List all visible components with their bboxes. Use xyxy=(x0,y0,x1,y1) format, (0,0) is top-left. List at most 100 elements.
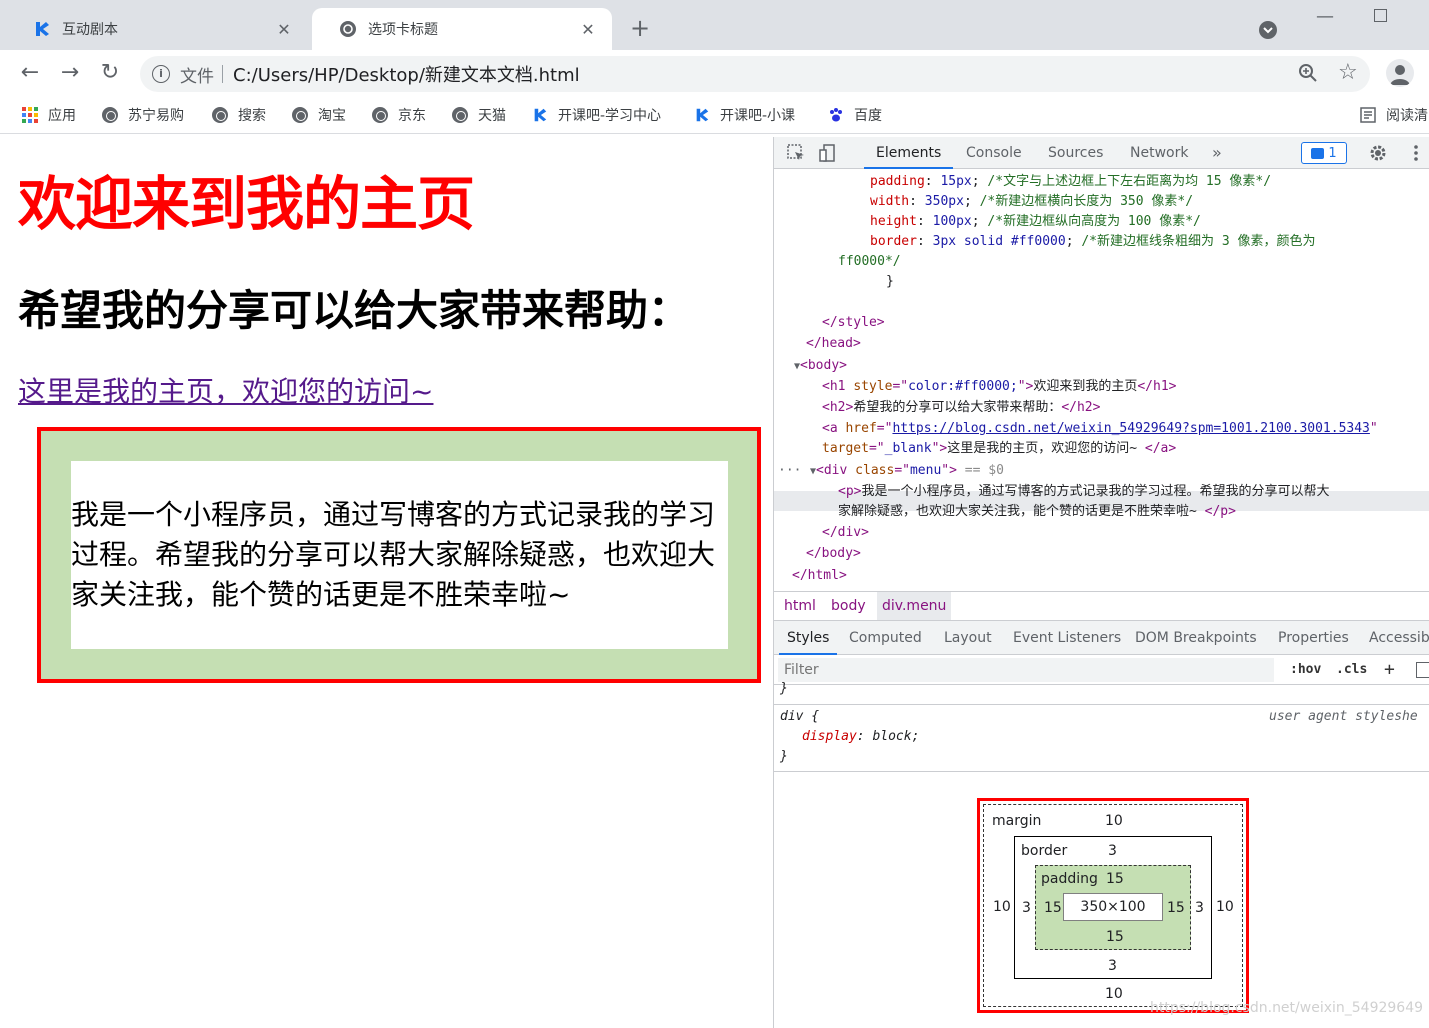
forward-arrow-icon[interactable]: → xyxy=(56,60,84,88)
profile-avatar-icon[interactable] xyxy=(1386,59,1414,87)
reload-icon[interactable]: ↻ xyxy=(96,60,124,88)
breadcrumb-body[interactable]: body xyxy=(826,592,871,620)
cls-toggle[interactable]: .cls xyxy=(1336,659,1367,681)
url-text[interactable]: C:/Users/HP/Desktop/新建文本文档.html xyxy=(233,61,580,87)
add-rule-plus-icon[interactable]: + xyxy=(1384,659,1395,681)
code-line[interactable]: <h1 style="color:#ff0000;">欢迎来到我的主页</h1> xyxy=(822,377,1177,397)
bookmark-label: 百度 xyxy=(854,108,882,124)
code-line[interactable]: width: 350px; /*新建边框横向长度为 350 像素*/ xyxy=(870,192,1193,212)
gear-icon[interactable] xyxy=(1368,143,1388,163)
box-model-padding[interactable]: padding 15 15 15 15 350×100 xyxy=(1035,865,1191,950)
new-tab-button[interactable]: + xyxy=(626,14,654,42)
homepage-link[interactable]: 这里是我的主页，欢迎您的访问~ xyxy=(18,370,433,410)
href-link[interactable]: https://blog.csdn.net/weixin_54929649?sp… xyxy=(892,421,1369,436)
padding-left-value[interactable]: 15 xyxy=(1044,900,1062,916)
subtab-accessibility[interactable]: Accessibi xyxy=(1369,621,1429,655)
node-actions-ellipsis-icon[interactable]: ··· xyxy=(778,461,801,481)
code-line[interactable]: ff0000*/ xyxy=(838,252,901,272)
tab-elements[interactable]: Elements xyxy=(863,137,954,169)
styles-subtab-bar: Styles Computed Layout Event Listeners D… xyxy=(774,621,1429,655)
code-line[interactable]: ▼<body> xyxy=(794,356,847,376)
margin-top-value[interactable]: 10 xyxy=(1105,813,1123,829)
code-line[interactable]: </html> xyxy=(792,566,847,586)
border-left-value[interactable]: 3 xyxy=(1022,900,1031,916)
tab-network[interactable]: Network xyxy=(1130,137,1188,169)
tab-sources[interactable]: Sources xyxy=(1048,137,1103,169)
tab-interactive-script[interactable]: 互动剧本 ✕ xyxy=(6,8,308,50)
maximize-icon[interactable] xyxy=(1374,9,1387,22)
globe-icon xyxy=(292,107,308,123)
code-line[interactable]: } xyxy=(886,272,894,292)
zoom-icon[interactable] xyxy=(1298,63,1318,87)
css-brace: } xyxy=(886,274,894,289)
padding-top-value[interactable]: 15 xyxy=(1106,871,1124,887)
code-line[interactable]: </head> xyxy=(806,334,861,354)
issues-badge[interactable]: 1 xyxy=(1301,142,1347,164)
code-line[interactable]: padding: 15px; /*文字与上述边框上下左右距离为均 15 像素*/ xyxy=(870,172,1271,192)
more-tabs-chevron-icon[interactable]: » xyxy=(1212,137,1222,169)
breadcrumb-html[interactable]: html xyxy=(779,592,821,620)
subtab-computed[interactable]: Computed xyxy=(849,621,922,655)
minimize-icon[interactable]: — xyxy=(1316,6,1334,27)
code-line[interactable]: <a href="https://blog.csdn.net/weixin_54… xyxy=(822,419,1378,439)
box-model-border[interactable]: border 3 3 3 3 padding 15 15 15 15 350×1… xyxy=(1014,836,1212,979)
inspect-element-icon[interactable] xyxy=(786,143,806,163)
page-heading-h1: 欢迎来到我的主页 xyxy=(18,170,475,238)
bookmark-star-icon[interactable]: ☆ xyxy=(1338,60,1358,85)
kebab-menu-icon[interactable] xyxy=(1406,143,1426,163)
address-bar[interactable]: i 文件 C:/Users/HP/Desktop/新建文本文档.html xyxy=(140,56,1370,92)
code-line[interactable]: </body> xyxy=(806,544,861,564)
code-line[interactable]: </div> xyxy=(822,523,869,543)
bookmark-kaikeba-course[interactable]: 开课吧-小课 xyxy=(694,104,795,126)
subtab-event-listeners[interactable]: Event Listeners xyxy=(1013,621,1121,655)
margin-bottom-value[interactable]: 10 xyxy=(1105,986,1123,1002)
device-toolbar-icon[interactable] xyxy=(818,143,838,163)
margin-left-value[interactable]: 10 xyxy=(993,899,1011,915)
code-line-selected[interactable]: ▼<div class="menu"> == $0 xyxy=(810,461,1004,481)
toggle-sidebar-icon[interactable] xyxy=(1416,662,1429,678)
tab-console[interactable]: Console xyxy=(966,137,1022,169)
html-text: 家解除疑惑，也欢迎大家关注我，能个赞的话更是不胜荣幸啦~ xyxy=(838,504,1205,519)
padding-right-value[interactable]: 15 xyxy=(1167,900,1185,916)
back-arrow-icon[interactable]: ← xyxy=(16,60,44,88)
tab-active[interactable]: 选项卡标题 ✕ xyxy=(312,8,612,50)
subtab-styles[interactable]: Styles xyxy=(778,621,839,655)
subtab-properties[interactable]: Properties xyxy=(1278,621,1349,655)
reading-list[interactable]: 阅读清 xyxy=(1360,104,1429,126)
code-line[interactable]: <h2>希望我的分享可以给大家带来帮助：</h2> xyxy=(822,398,1100,418)
code-line[interactable]: target="_blank">这里是我的主页，欢迎您的访问~ </a> xyxy=(822,439,1176,459)
bookmark-tmall[interactable]: 天猫 xyxy=(452,104,506,126)
code-line[interactable]: <p>我是一个小程序员，通过写博客的方式记录我的学习过程。希望我的分享可以帮大 xyxy=(838,482,1330,502)
rule-declaration[interactable]: display: block; xyxy=(802,727,919,747)
subtab-layout[interactable]: Layout xyxy=(944,621,992,655)
close-icon[interactable]: ✕ xyxy=(274,20,294,39)
url-scheme: 文件 xyxy=(180,66,214,87)
bookmark-search[interactable]: 搜索 xyxy=(212,104,266,126)
bookmark-apps[interactable]: 应用 xyxy=(22,104,76,126)
code-line[interactable]: </style> xyxy=(822,313,885,333)
border-top-value[interactable]: 3 xyxy=(1108,843,1117,859)
code-line[interactable]: height: 100px; /*新建边框纵向高度为 100 像素*/ xyxy=(870,212,1201,232)
bookmark-suning[interactable]: 苏宁易购 xyxy=(102,104,184,126)
close-icon[interactable]: ✕ xyxy=(578,20,598,39)
bookmark-jd[interactable]: 京东 xyxy=(372,104,426,126)
border-bottom-value[interactable]: 3 xyxy=(1108,958,1117,974)
padding-bottom-value[interactable]: 15 xyxy=(1106,929,1124,945)
subtab-dom-breakpoints[interactable]: DOM Breakpoints xyxy=(1135,621,1257,655)
rule-selector[interactable]: div { xyxy=(780,707,819,727)
code-line[interactable]: 家解除疑惑，也欢迎大家关注我，能个赞的话更是不胜荣幸啦~ </p> xyxy=(838,502,1236,522)
box-model-margin[interactable]: margin 10 10 10 10 border 3 3 3 3 paddin… xyxy=(983,804,1243,1007)
breadcrumb-div-menu[interactable]: div.menu xyxy=(877,592,952,620)
hov-toggle[interactable]: :hov xyxy=(1290,659,1321,681)
bookmark-baidu[interactable]: 百度 xyxy=(828,104,882,126)
bookmark-taobao[interactable]: 淘宝 xyxy=(292,104,346,126)
styles-filter-input[interactable] xyxy=(778,658,1274,682)
margin-right-value[interactable]: 10 xyxy=(1216,899,1234,915)
border-right-value[interactable]: 3 xyxy=(1195,900,1204,916)
box-model-content[interactable]: 350×100 xyxy=(1063,893,1163,921)
info-icon[interactable]: i xyxy=(152,65,170,83)
html-tag: </html> xyxy=(792,568,847,583)
code-line[interactable]: border: 3px solid #ff0000; /*新建边框线条粗细为 3… xyxy=(870,232,1315,252)
bookmark-kaikeba-learning[interactable]: 开课吧-学习中心 xyxy=(532,104,661,126)
tab-search-icon[interactable] xyxy=(1258,20,1278,40)
